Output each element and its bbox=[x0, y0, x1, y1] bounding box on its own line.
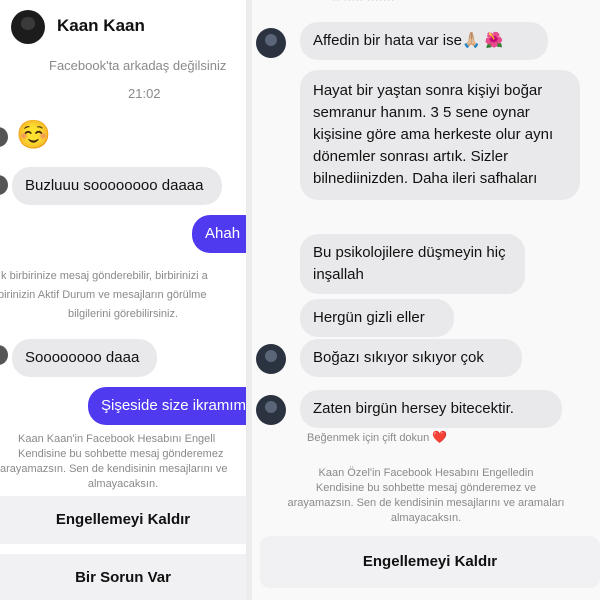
emoji-message[interactable]: ☺️ bbox=[16, 118, 51, 151]
double-tap-like-hint: Beğenmek için çift dokun ❤️ bbox=[307, 430, 447, 444]
outgoing-message[interactable]: Şişeside size ikramım bbox=[88, 387, 246, 425]
message-timestamp: 21:02 bbox=[128, 86, 161, 101]
blocked-notice-line: Kaan Kaan'in Facebook Hesabını Engell bbox=[18, 433, 216, 445]
outgoing-message[interactable]: Ahah bbox=[192, 215, 246, 253]
blocked-notice-line: arayamazsın. Sen de kendisinin mesajları… bbox=[287, 497, 565, 509]
heart-icon: ❤️ bbox=[432, 430, 448, 444]
left-screenshot-panel: Kaan Kaan Facebook'ta arkadaş değilsiniz… bbox=[0, 0, 246, 600]
unblock-button[interactable]: Engellemeyi Kaldır bbox=[260, 536, 600, 588]
incoming-message[interactable]: Hayat bir yaştan sonra kişiyi boğar semr… bbox=[300, 70, 580, 200]
blocked-notice-line: almayacaksın. bbox=[87, 478, 159, 490]
sender-avatar[interactable] bbox=[256, 28, 286, 58]
like-hint-text: Beğenmek için çift dokun bbox=[307, 432, 430, 444]
privacy-notice-line: bilgilerini görebilirsiniz. bbox=[67, 308, 179, 320]
sender-avatar-partial bbox=[0, 345, 8, 365]
sender-avatar-partial bbox=[0, 127, 8, 147]
sender-avatar[interactable] bbox=[256, 344, 286, 374]
incoming-message[interactable]: Bu psikolojilere düşmeyin hiç inşallah bbox=[300, 234, 525, 294]
incoming-message[interactable]: Buzluuu soooooooo daaaa bbox=[12, 167, 222, 205]
sender-avatar[interactable] bbox=[256, 395, 286, 425]
incoming-message[interactable]: Boğazı sıkıyor sıkıyor çok bbox=[300, 339, 522, 377]
previous-message-partial: ·· ····· ······· bbox=[332, 0, 395, 6]
incoming-message[interactable]: Affedin bir hata var ise🙏🏼 🌺 bbox=[300, 22, 548, 60]
unblock-button[interactable]: Engellemeyi Kaldır bbox=[0, 496, 246, 544]
incoming-message[interactable]: Hergün gizli eller bbox=[300, 299, 454, 337]
blocked-notice-line: arayamazsın. Sen de kendisinin mesajları… bbox=[0, 463, 228, 475]
report-problem-button[interactable]: Bir Sorun Var bbox=[0, 554, 246, 600]
contact-name[interactable]: Kaan Kaan bbox=[57, 16, 145, 36]
incoming-message[interactable]: Zaten birgün hersey bitecektir. bbox=[300, 390, 562, 428]
contact-avatar[interactable] bbox=[11, 10, 45, 44]
right-screenshot-panel: ·· ····· ······· Affedin bir hata var is… bbox=[252, 0, 600, 600]
incoming-message[interactable]: Soooooooo daaa bbox=[12, 339, 157, 377]
friend-status-subtitle: Facebook'ta arkadaş değilsiniz bbox=[49, 58, 227, 73]
privacy-notice-line: ık birbirinize mesaj gönderebilir, birbi… bbox=[0, 270, 208, 282]
blocked-notice-line: Kendisine bu sohbette mesaj gönderemez bbox=[18, 448, 224, 460]
blocked-notice-line: almayacaksın. bbox=[390, 512, 462, 524]
privacy-notice-line: birinizin Aktif Durum ve mesajların görü… bbox=[0, 289, 207, 301]
blocked-notice-line: Kendisine bu sohbette mesaj gönderemez v… bbox=[315, 482, 537, 494]
sender-avatar-partial bbox=[0, 175, 8, 195]
blocked-notice-line: Kaan Özel'in Facebook Hesabını Engelledi… bbox=[318, 467, 534, 479]
